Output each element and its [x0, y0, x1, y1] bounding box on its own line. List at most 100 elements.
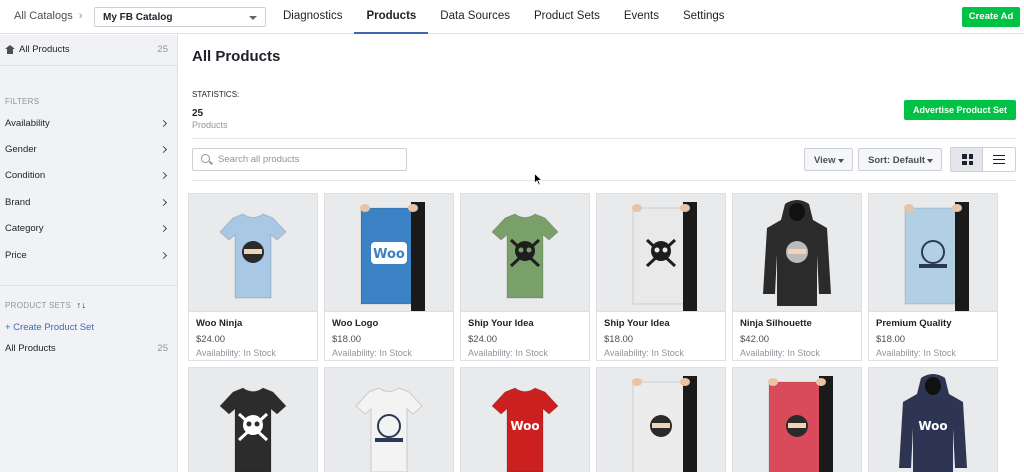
sort-icon[interactable]: ↑↓: [77, 300, 87, 310]
sort-dropdown[interactable]: Sort: Default: [858, 148, 942, 171]
filter-availability[interactable]: Availability: [5, 118, 168, 129]
product-availability: Availability: In Stock: [332, 348, 412, 358]
product-card[interactable]: Ship Your Idea $18.00 Availability: In S…: [596, 193, 726, 361]
list-view-button[interactable]: [983, 148, 1015, 171]
product-image: [597, 368, 725, 472]
tab-product-sets[interactable]: Product Sets: [522, 0, 612, 34]
filter-label: Price: [5, 250, 27, 261]
product-availability: Availability: In Stock: [876, 348, 956, 358]
chevron-right-icon: [159, 119, 168, 128]
product-set-count: 25: [157, 343, 168, 354]
sidebar-item-label: All Products: [19, 44, 70, 55]
product-card[interactable]: Ninja Silhouette $42.00 Availability: In…: [732, 193, 862, 361]
product-card[interactable]: Ship Your Idea $24.00 Availability: In S…: [460, 193, 590, 361]
create-product-set-link[interactable]: + Create Product Set: [5, 322, 168, 333]
product-image: Woo: [461, 368, 589, 472]
tab-settings[interactable]: Settings: [671, 0, 737, 34]
advertise-product-set-button[interactable]: Advertise Product Set: [904, 100, 1016, 120]
sidebar: All Products 25 FILTERS Availability Gen…: [0, 35, 178, 472]
cursor-icon: [534, 173, 543, 186]
create-ad-button[interactable]: Create Ad: [962, 7, 1020, 27]
filter-condition[interactable]: Condition: [5, 170, 168, 181]
product-illustration: [632, 376, 697, 472]
search-placeholder: Search all products: [218, 154, 300, 165]
svg-text:Woo: Woo: [918, 419, 947, 433]
product-illustration: [904, 202, 969, 311]
filter-label: Gender: [5, 144, 37, 155]
filter-price[interactable]: Price: [5, 250, 168, 261]
product-availability: Availability: In Stock: [604, 348, 684, 358]
sidebar-item-product-set[interactable]: All Products 25: [5, 343, 168, 354]
all-catalogs-link[interactable]: All Catalogs ›: [14, 10, 82, 22]
chevron-right-icon: [159, 251, 168, 260]
filter-gender[interactable]: Gender: [5, 144, 168, 155]
product-illustration: [763, 200, 831, 306]
view-dropdown-label: View: [814, 155, 836, 166]
grid-view-button[interactable]: [951, 148, 984, 171]
filters-heading: FILTERS: [5, 97, 40, 106]
filter-category[interactable]: Category: [5, 223, 168, 234]
product-count: 25: [157, 44, 168, 55]
statistics-unit: Products: [192, 120, 228, 130]
product-card[interactable]: Woo Woo Logo $18.00 Availability: In Sto…: [324, 193, 454, 361]
view-dropdown[interactable]: View: [804, 148, 853, 171]
product-card[interactable]: Premium Quality $18.00 Availability: In …: [868, 193, 998, 361]
product-name: Woo Logo: [332, 318, 379, 329]
filter-label: Brand: [5, 197, 31, 208]
chevron-down-icon: [838, 159, 844, 163]
product-name: Ninja Silhouette: [740, 318, 812, 329]
list-icon: [993, 155, 1006, 164]
product-image: Woo: [325, 194, 453, 312]
product-name: Ship Your Idea: [604, 318, 670, 329]
product-card[interactable]: [596, 367, 726, 472]
filter-label: Category: [5, 223, 44, 234]
product-card[interactable]: [732, 367, 862, 472]
product-name: Premium Quality: [876, 318, 952, 329]
view-toggle: [950, 147, 1016, 172]
product-illustration: [219, 387, 287, 472]
product-card[interactable]: [324, 367, 454, 472]
chevron-down-icon: [249, 16, 257, 20]
chevron-right-icon: [159, 145, 168, 154]
product-price: $18.00: [604, 334, 634, 345]
grid-icon: [962, 154, 973, 165]
product-image: [189, 194, 317, 312]
chevron-right-icon: [159, 224, 168, 233]
product-image: [733, 368, 861, 472]
product-price: $18.00: [332, 334, 362, 345]
product-card[interactable]: [188, 367, 318, 472]
divider: [0, 285, 178, 286]
chevron-down-icon: [927, 159, 933, 163]
filter-brand[interactable]: Brand: [5, 197, 168, 208]
catalog-selector[interactable]: My FB Catalog: [94, 7, 266, 27]
tab-products[interactable]: Products: [354, 0, 429, 34]
product-illustration: [768, 376, 833, 472]
product-illustration: [355, 387, 423, 472]
svg-text:Woo: Woo: [510, 419, 539, 433]
divider: [192, 138, 1016, 139]
tab-diagnostics[interactable]: Diagnostics: [271, 0, 354, 34]
sidebar-item-all-products[interactable]: All Products 25: [5, 44, 168, 55]
tab-data-sources[interactable]: Data Sources: [428, 0, 522, 34]
statistics-label: STATISTICS:: [192, 90, 240, 99]
search-input[interactable]: Search all products: [192, 148, 407, 171]
catalog-tabs: Diagnostics Products Data Sources Produc…: [271, 0, 737, 34]
product-card[interactable]: Woo: [868, 367, 998, 472]
product-card[interactable]: Woo Ninja $24.00 Availability: In Stock: [188, 193, 318, 361]
product-price: $18.00: [876, 334, 906, 345]
top-navigation-bar: All Catalogs › My FB Catalog Diagnostics…: [0, 0, 1024, 34]
product-set-label: All Products: [5, 343, 56, 354]
filter-label: Availability: [5, 118, 50, 129]
product-price: $24.00: [196, 334, 226, 345]
tab-events[interactable]: Events: [612, 0, 671, 34]
product-sets-heading-label: PRODUCT SETS: [5, 301, 72, 310]
filter-label: Condition: [5, 170, 46, 181]
chevron-right-icon: [159, 198, 168, 207]
product-card[interactable]: Woo: [460, 367, 590, 472]
catalog-selected-value: My FB Catalog: [103, 12, 173, 23]
product-sets-heading: PRODUCT SETS ↑↓: [5, 300, 86, 310]
product-illustration: [219, 213, 287, 299]
all-catalogs-label: All Catalogs: [14, 10, 73, 22]
product-image: [869, 194, 997, 312]
product-illustration: Woo: [360, 202, 425, 311]
